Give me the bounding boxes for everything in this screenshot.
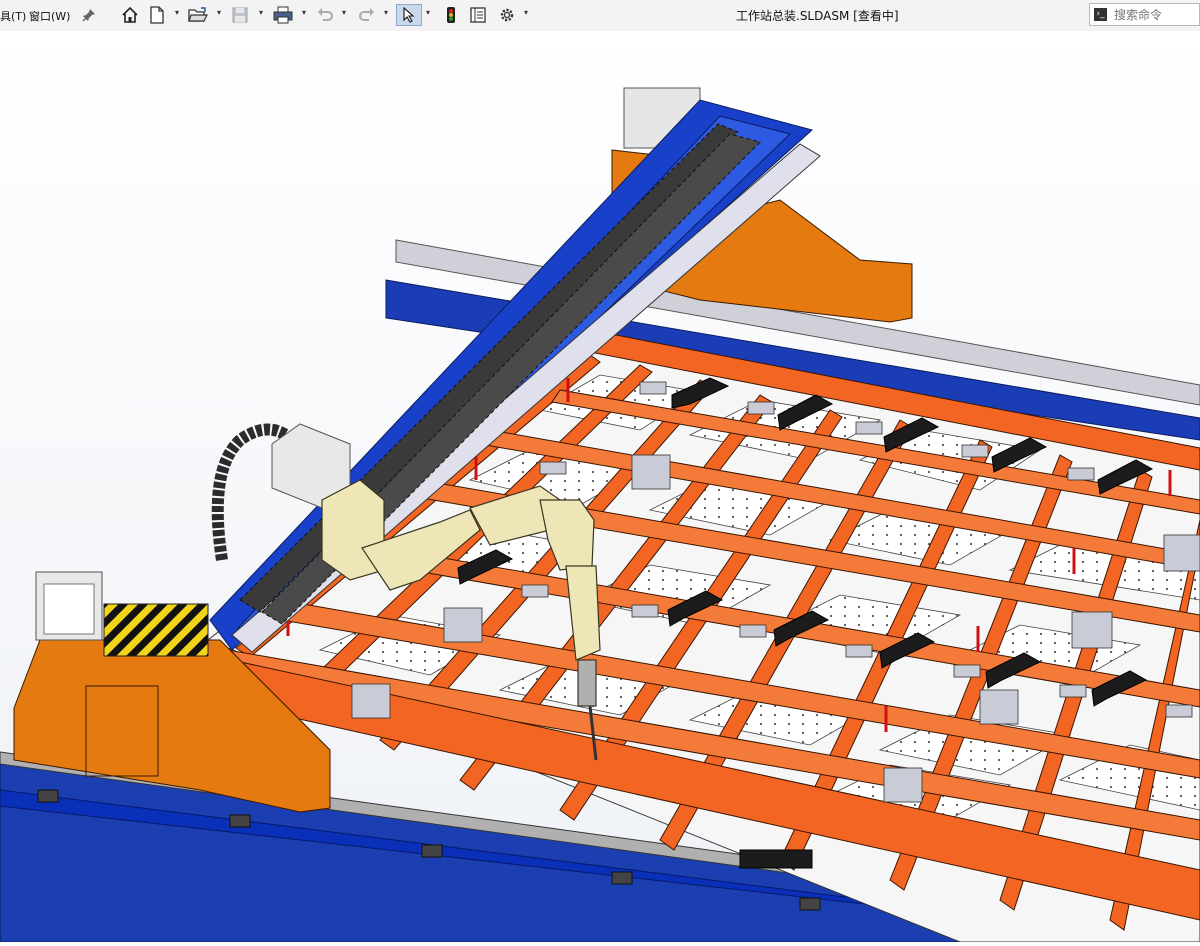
save-icon[interactable]: [229, 4, 251, 26]
pin-icon[interactable]: [78, 4, 100, 26]
menu-tools[interactable]: 具(T): [0, 8, 26, 24]
top-toolbar: 具(T) 窗口(W) ▾ ▾ ▾ ▾ ▾ ▾ ▾ ▾ 工作站总装.SLDASM …: [0, 0, 1200, 32]
search-commands[interactable]: ›_: [1089, 3, 1200, 26]
file-properties-icon[interactable]: [467, 4, 489, 26]
redo-dropdown-icon[interactable]: ▾: [384, 8, 392, 22]
command-prompt-icon: ›_: [1094, 8, 1107, 21]
assembly-3d-view: [0, 31, 1200, 943]
undo-icon[interactable]: [314, 4, 336, 26]
print-icon[interactable]: [272, 4, 294, 26]
save-dropdown-icon[interactable]: ▾: [259, 8, 267, 22]
redo-icon[interactable]: [356, 4, 378, 26]
graphics-area[interactable]: [0, 31, 1200, 943]
open-dropdown-icon[interactable]: ▾: [217, 8, 225, 22]
select-dropdown-icon[interactable]: ▾: [426, 8, 434, 22]
open-folder-icon[interactable]: [187, 4, 209, 26]
home-icon[interactable]: [119, 4, 141, 26]
search-input[interactable]: [1112, 6, 1200, 24]
print-dropdown-icon[interactable]: ▾: [302, 8, 310, 22]
select-pointer-icon[interactable]: [396, 4, 422, 26]
traffic-light-icon[interactable]: [440, 4, 462, 26]
new-dropdown-icon[interactable]: ▾: [175, 8, 183, 22]
window-title: 工作站总装.SLDASM [查看中]: [736, 9, 899, 23]
new-file-icon[interactable]: [146, 4, 168, 26]
options-gear-icon[interactable]: [496, 4, 518, 26]
menu-window[interactable]: 窗口(W): [29, 8, 70, 24]
options-dropdown-icon[interactable]: ▾: [524, 8, 532, 22]
undo-dropdown-icon[interactable]: ▾: [342, 8, 350, 22]
